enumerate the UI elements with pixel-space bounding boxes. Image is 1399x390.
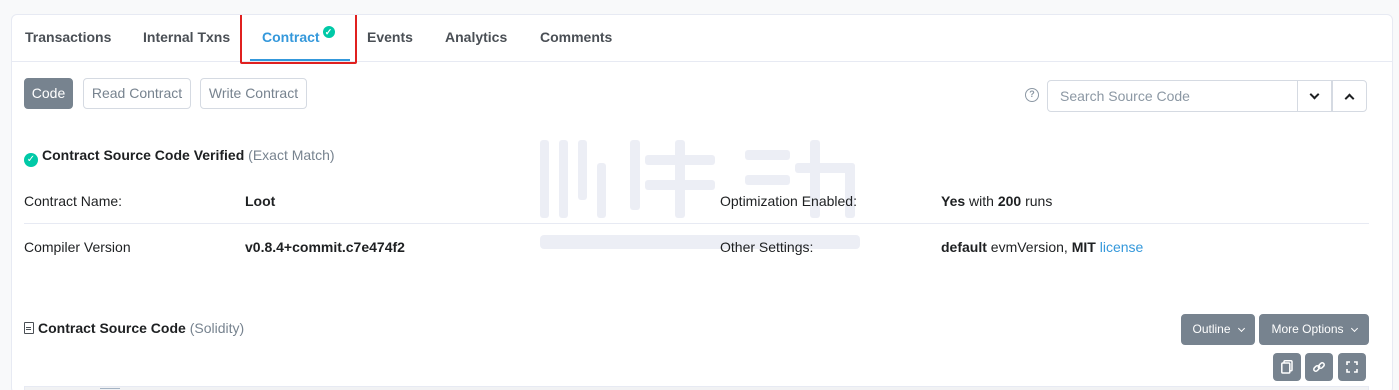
optimization-value: Yes with 200 runs xyxy=(941,193,1052,209)
optimization-runs-count: 200 xyxy=(997,193,1022,209)
check-circle-icon: ✓ xyxy=(24,153,38,167)
compiler-version-label: Compiler Version xyxy=(24,239,131,255)
compiler-version-value: v0.8.4+commit.c7e474f2 xyxy=(245,239,405,255)
other-default: default xyxy=(941,239,987,255)
row-divider xyxy=(24,223,1369,224)
contract-name-value: Loot xyxy=(245,193,276,209)
source-code-editor[interactable] xyxy=(24,386,1369,390)
chevron-down-icon xyxy=(1309,89,1320,99)
other-settings-label: Other Settings: xyxy=(720,239,814,255)
verified-status: ✓ Contract Source Code Verified (Exact Ma… xyxy=(24,147,335,167)
file-code-icon xyxy=(24,322,34,334)
search-prev-button[interactable] xyxy=(1332,80,1367,112)
contract-name-label: Contract Name: xyxy=(24,193,123,209)
tab-analytics[interactable]: Analytics xyxy=(445,29,507,45)
link-button[interactable] xyxy=(1305,353,1333,381)
other-settings-value: default evmVersion, MIT license xyxy=(941,239,1143,255)
copy-button[interactable] xyxy=(1273,353,1301,381)
other-mit: MIT xyxy=(1071,239,1096,255)
chevron-down-icon xyxy=(1350,324,1358,333)
question-circle-icon[interactable]: ? xyxy=(1025,88,1039,102)
verified-match: (Exact Match) xyxy=(248,147,335,163)
tab-comments[interactable]: Comments xyxy=(540,29,612,45)
search-next-button[interactable] xyxy=(1297,80,1332,112)
contract-card: Transactions Internal Txns Contract ✓ Eve… xyxy=(11,14,1393,390)
fullscreen-icon xyxy=(1346,361,1358,373)
optimization-label: Optimization Enabled: xyxy=(720,193,857,209)
fullscreen-button[interactable] xyxy=(1338,353,1366,381)
code-button[interactable]: Code xyxy=(24,78,73,109)
source-code-lang: (Solidity) xyxy=(189,320,245,336)
more-options-dropdown[interactable]: More Options xyxy=(1259,314,1369,345)
more-options-label: More Options xyxy=(1271,322,1344,336)
tab-internal-txns[interactable]: Internal Txns xyxy=(143,29,230,45)
verified-title: Contract Source Code Verified xyxy=(42,147,245,163)
copy-icon xyxy=(1281,360,1293,374)
outline-dropdown[interactable]: Outline xyxy=(1181,314,1255,345)
source-code-title: Contract Source Code xyxy=(38,320,186,336)
link-icon xyxy=(1313,362,1325,372)
optimization-runs-label: runs xyxy=(1025,193,1053,209)
code-line xyxy=(100,388,120,389)
other-evm: evmVersion, xyxy=(990,239,1068,255)
optimization-yes: Yes xyxy=(941,193,966,209)
source-code-header: Contract Source Code (Solidity) xyxy=(24,320,244,336)
chevron-up-icon xyxy=(1344,93,1355,103)
tab-events[interactable]: Events xyxy=(367,29,413,45)
tab-bar: Transactions Internal Txns Contract ✓ Eve… xyxy=(12,15,1392,64)
highlight-box xyxy=(240,15,357,64)
read-contract-button[interactable]: Read Contract xyxy=(83,78,191,109)
write-contract-button[interactable]: Write Contract xyxy=(200,78,307,109)
chevron-down-icon xyxy=(1237,324,1245,333)
outline-label: Outline xyxy=(1192,322,1231,336)
tab-transactions[interactable]: Transactions xyxy=(25,29,111,45)
search-source-input[interactable] xyxy=(1047,80,1298,112)
optimization-with: with xyxy=(969,193,994,209)
license-link[interactable]: license xyxy=(1100,239,1144,255)
